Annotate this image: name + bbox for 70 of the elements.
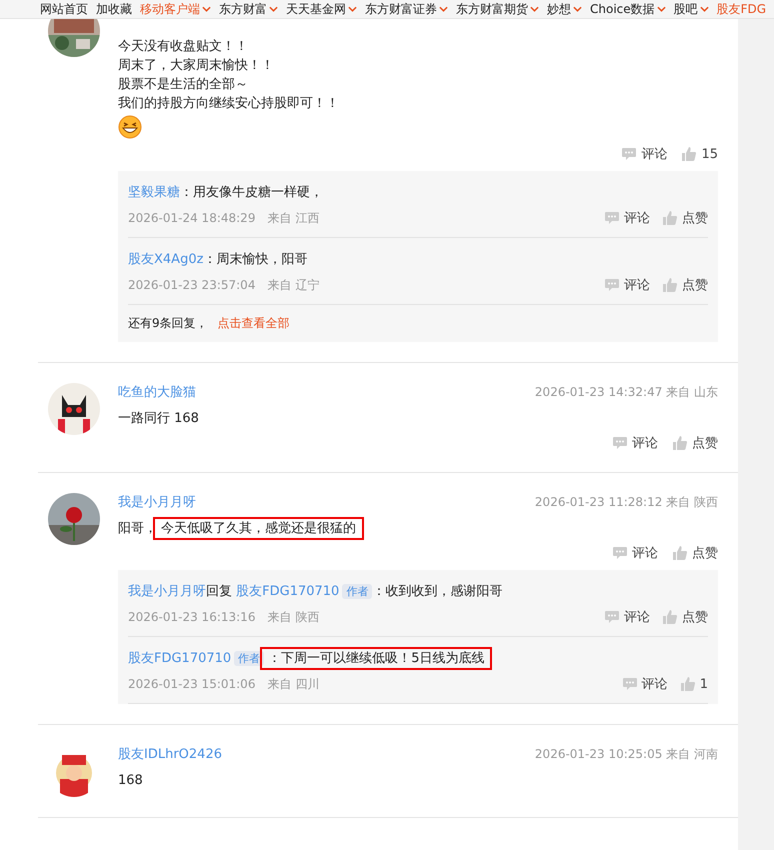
comment-button[interactable]: 评论 [604,209,650,227]
caret-icon [269,6,278,12]
reply-location: 来自 江西 [267,210,320,226]
reply-message: ：用友像牛皮糖一样硬， [180,185,323,200]
nav-link[interactable]: 股吧 [674,0,709,18]
thumbs-up-icon [681,146,698,162]
like-button[interactable]: 点赞 [662,209,708,227]
author-badge: 作者 [234,651,264,666]
nav-link[interactable]: 网站首页 [40,0,88,18]
reply-location: 来自 陕西 [267,608,320,626]
speech-bubble-icon [622,677,638,691]
comment-button[interactable]: 评论 [612,544,658,562]
reply-location: 来自 四川 [267,676,320,692]
post-time: 2026-01-23 11:28:12 来自 陕西 [534,494,718,511]
comment-button[interactable]: 评论 [622,675,668,693]
post-time: 2026-01-23 10:25:05 来自 河南 [534,746,718,763]
speech-bubble-icon [604,278,620,292]
speech-bubble-icon [612,546,628,560]
caret-icon [530,6,539,12]
caret-icon [439,6,448,12]
reply-time: 2026-01-24 18:48:29 [128,211,256,225]
thumbs-up-icon [672,435,688,451]
reply-location: 来自 辽宁 [267,276,320,294]
nav-link[interactable]: 东方财富 [219,0,278,18]
comment-text: 今天没有收盘贴文！！ [118,39,248,54]
reply-time: 2026-01-23 15:01:06 [128,677,256,691]
like-button[interactable]: 15 [681,145,718,163]
caret-icon [202,6,211,12]
like-button[interactable]: 点赞 [672,434,718,452]
comment-button[interactable]: 评论 [604,608,650,626]
speech-bubble-icon [604,211,620,225]
nav-link[interactable]: 妙想 [547,0,582,18]
thumbs-up-icon [662,210,678,226]
caret-icon [700,6,709,12]
comment-text: 168 [118,773,143,788]
thumbs-up-icon [672,545,688,561]
reply-time: 2026-01-23 23:57:04 [128,278,256,292]
caret-icon [573,6,582,12]
speech-bubble-icon [612,436,628,450]
like-button[interactable]: 点赞 [672,544,718,562]
comment-button[interactable]: 评论 [621,145,668,163]
comment-text: 阳哥， [118,521,157,536]
more-replies-count: 还有9条回复， [128,315,208,332]
nav-link[interactable]: 东方财富证券 [365,0,448,18]
reply-message: ：收到收到，感谢阳哥 [372,584,502,599]
comment-text: 周末了，大家周末愉快！！ [118,57,275,75]
author-badge: 作者 [342,584,372,599]
comment-text: 股票不是生活的全部～ [118,76,249,94]
caret-icon [656,6,666,12]
comment-text: 一路同行 168 [118,411,199,426]
comment-text: 我们的持股方向继续安心持股即可！！ [118,95,340,113]
like-button[interactable]: 点赞 [662,608,708,626]
comment-button[interactable]: 评论 [612,434,658,452]
comment-button[interactable]: 评论 [604,276,650,294]
nav-link[interactable]: 东方财富期货 [456,0,539,18]
post-time: 2026-01-23 14:32:47 来自 山东 [534,384,718,401]
reply-word: 回复 [206,584,232,599]
speech-bubble-icon [621,147,638,161]
nav-link[interactable]: 加收藏 [96,0,132,18]
nav-link[interactable]: Choice数据 [590,0,666,18]
thumbs-up-icon [680,676,696,692]
thumbs-up-icon [662,609,678,625]
speech-bubble-icon [604,610,620,624]
thumbs-up-icon [662,277,678,293]
like-button[interactable]: 点赞 [662,276,708,294]
reply-message: ：周末愉快，阳哥 [203,252,308,267]
like-button[interactable]: 1 [680,676,708,692]
reply-time: 2026-01-23 16:13:16 [128,610,256,624]
caret-icon [348,6,357,12]
nav-link[interactable]: 天天基金网 [286,0,357,18]
